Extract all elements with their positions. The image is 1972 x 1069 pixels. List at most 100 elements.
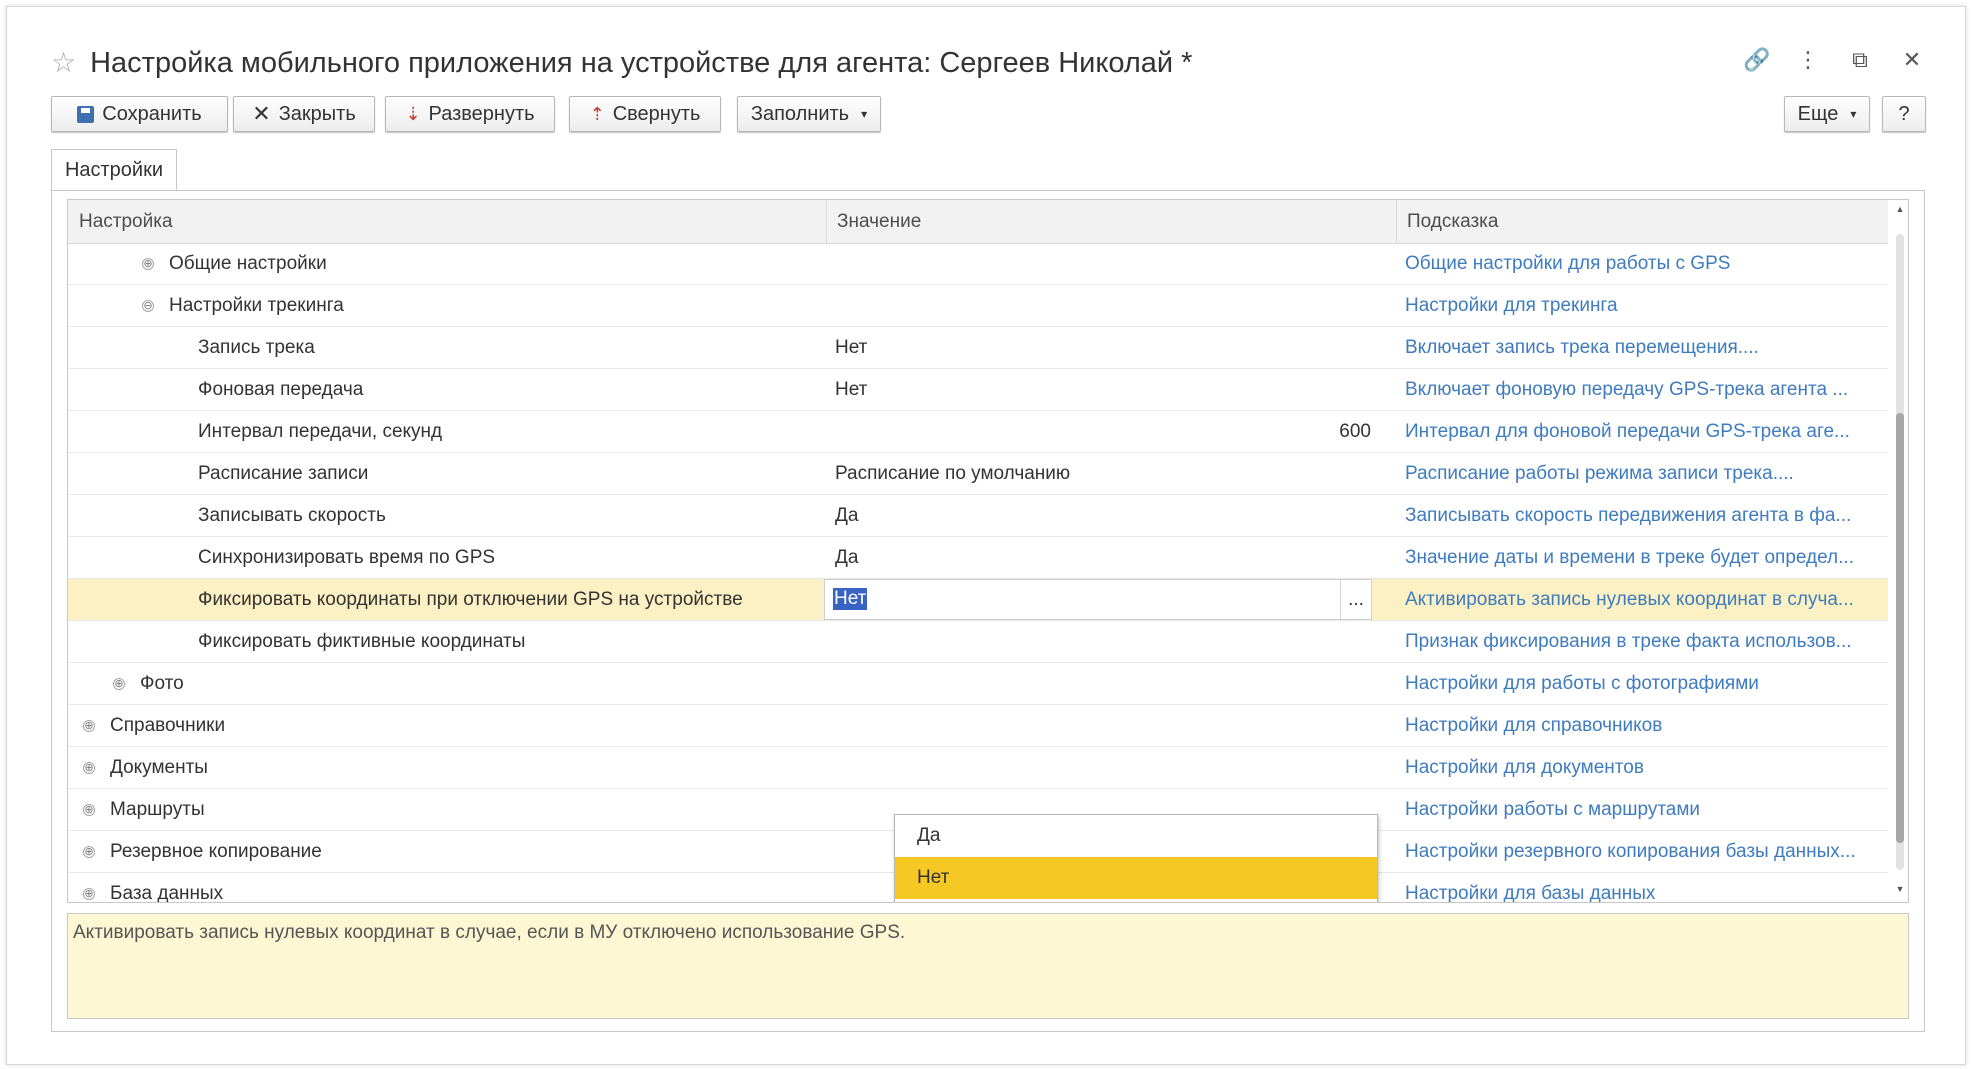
expand-icon[interactable]: ⊕ — [142, 257, 154, 270]
more-actions-icon[interactable]: ⋮ — [1795, 47, 1821, 73]
dropdown-option-no[interactable]: Нет — [895, 857, 1377, 899]
value-dropdown-list: Да Нет — [894, 814, 1378, 902]
help-label: ? — [1898, 102, 1910, 125]
row-name: Запись трека — [198, 336, 315, 358]
expand-label: Развернуть — [428, 102, 535, 125]
row-hint: Настройки резервного копирования базы да… — [1405, 840, 1856, 862]
close-x-icon: ✕ — [252, 101, 271, 126]
value-editor[interactable]: Нет ... — [824, 579, 1372, 620]
tree-row-background-transfer[interactable]: Фоновая передача Нет Включает фоновую пе… — [68, 369, 1888, 411]
collapse-button[interactable]: ⇡ Свернуть — [569, 96, 721, 132]
help-button[interactable]: ? — [1882, 96, 1926, 132]
settings-panel: Настройка Значение Подсказка ⊕ Общие нас… — [51, 190, 1925, 1032]
row-value[interactable]: Нет — [826, 369, 1375, 410]
grid-header: Настройка Значение Подсказка — [68, 200, 1888, 244]
save-label: Сохранить — [102, 102, 202, 125]
tree-row-fix-coordinates-gps-off[interactable]: Фиксировать координаты при отключении GP… — [68, 579, 1888, 621]
value-editor-text[interactable]: Нет — [833, 588, 868, 610]
vertical-scrollbar[interactable]: ▲ ▼ — [1892, 200, 1908, 902]
row-name: Маршруты — [110, 798, 205, 820]
tree-row-documents[interactable]: ⊕ Документы Настройки для документов — [68, 747, 1888, 789]
tree-row-sync-time-gps[interactable]: Синхронизировать время по GPS Да Значени… — [68, 537, 1888, 579]
hint-panel-text: Активировать запись нулевых координат в … — [73, 922, 906, 943]
row-hint: Настройки работы с маршрутами — [1405, 798, 1701, 820]
expand-icon[interactable]: ⊕ — [83, 887, 95, 900]
row-hint: Настройки для документов — [1405, 756, 1644, 778]
link-icon[interactable]: 🔗 — [1743, 47, 1770, 73]
tree-row-track-recording[interactable]: Запись трека Нет Включает запись трека п… — [68, 327, 1888, 369]
settings-window: ☆ Настройка мобильного приложения на уст… — [6, 6, 1966, 1065]
favorite-star-icon[interactable]: ☆ — [51, 49, 76, 77]
scroll-down-arrow-icon[interactable]: ▼ — [1892, 884, 1908, 898]
row-hint: Интервал для фоновой передачи GPS-трека … — [1405, 420, 1850, 442]
floppy-disk-icon — [77, 105, 95, 123]
column-header-value[interactable]: Значение — [826, 200, 1386, 243]
row-name: Фоновая передача — [198, 378, 364, 400]
row-name: Фото — [140, 672, 184, 694]
row-name: Интервал передачи, секунд — [198, 420, 443, 442]
chevron-down-icon: ▾ — [861, 107, 868, 121]
chevron-down-icon: ▾ — [1850, 107, 1857, 121]
row-hint: Активировать запись нулевых координат в … — [1405, 588, 1854, 610]
expand-icon[interactable]: ⊕ — [83, 845, 95, 858]
row-hint: Общие настройки для работы с GPS — [1405, 252, 1731, 274]
column-header-setting[interactable]: Настройка — [68, 200, 826, 243]
row-name: Резервное копирование — [110, 840, 322, 862]
scroll-up-arrow-icon[interactable]: ▲ — [1892, 204, 1908, 218]
row-hint: Расписание работы режима записи трека...… — [1405, 462, 1794, 484]
tree-row-fix-fake-coordinates[interactable]: Фиксировать фиктивные координаты Признак… — [68, 621, 1888, 663]
row-name: Расписание записи — [198, 462, 369, 484]
row-hint: Настройки для трекинга — [1405, 294, 1618, 316]
expand-button[interactable]: ⇣ Развернуть — [385, 96, 555, 132]
collapse-icon[interactable]: ⊖ — [142, 299, 154, 312]
expand-icon[interactable]: ⊕ — [83, 761, 95, 774]
toolbar: Сохранить ✕ Закрыть ⇣ Развернуть ⇡ Сверн… — [51, 96, 1926, 134]
row-name: Записывать скорость — [198, 504, 386, 526]
row-name: База данных — [110, 882, 224, 903]
tree-row-photo[interactable]: ⊕ Фото Настройки для работы с фотография… — [68, 663, 1888, 705]
dropdown-option-yes[interactable]: Да — [895, 815, 1377, 857]
row-value[interactable]: Да — [826, 495, 1375, 536]
expand-icon[interactable]: ⊕ — [83, 719, 95, 732]
row-name: Синхронизировать время по GPS — [198, 546, 496, 568]
select-ellipsis-button[interactable]: ... — [1340, 580, 1371, 619]
close-label: Закрыть — [278, 102, 356, 125]
tree-row-record-speed[interactable]: Записывать скорость Да Записывать скорос… — [68, 495, 1888, 537]
row-hint: Признак фиксирования в треке факта испол… — [1405, 630, 1852, 652]
close-window-icon[interactable]: ✕ — [1899, 47, 1925, 73]
restore-window-icon[interactable]: ⧉ — [1847, 47, 1873, 73]
expand-tree-icon: ⇣ — [405, 104, 421, 124]
row-name: Фиксировать фиктивные координаты — [198, 630, 526, 652]
close-button[interactable]: ✕ Закрыть — [233, 96, 375, 132]
row-hint: Включает запись трека перемещения.... — [1405, 336, 1759, 358]
expand-icon[interactable]: ⊕ — [83, 803, 95, 816]
tree-row-recording-schedule[interactable]: Расписание записи Расписание по умолчани… — [68, 453, 1888, 495]
scrollbar-thumb[interactable] — [1896, 413, 1904, 843]
tree-row-general-settings[interactable]: ⊕ Общие настройки Общие настройки для ра… — [68, 243, 1888, 285]
row-hint: Настройки для базы данных — [1405, 882, 1656, 903]
row-hint: Настройки для справочников — [1405, 714, 1663, 736]
collapse-tree-icon: ⇡ — [589, 104, 605, 124]
tree-row-tracking-settings[interactable]: ⊖ Настройки трекинга Настройки для треки… — [68, 285, 1888, 327]
fill-dropdown-button[interactable]: Заполнить ▾ — [737, 96, 881, 132]
row-name: Документы — [110, 756, 208, 778]
save-button[interactable]: Сохранить — [51, 96, 228, 132]
row-value[interactable]: Да — [826, 537, 1375, 578]
fill-label: Заполнить — [750, 102, 850, 125]
more-dropdown-button[interactable]: Еще ▾ — [1784, 96, 1870, 132]
tree-row-transfer-interval[interactable]: Интервал передачи, секунд 600 Интервал д… — [68, 411, 1888, 453]
row-value[interactable]: Нет — [826, 327, 1375, 368]
row-name: Общие настройки — [169, 252, 327, 274]
expand-icon[interactable]: ⊕ — [113, 677, 125, 690]
window-title: Настройка мобильного приложения на устро… — [90, 46, 1193, 79]
row-value[interactable]: Расписание по умолчанию — [826, 453, 1375, 494]
more-label: Еще — [1797, 102, 1839, 125]
tab-settings[interactable]: Настройки — [51, 149, 177, 191]
row-hint: Настройки для работы с фотографиями — [1405, 672, 1759, 694]
row-name: Настройки трекинга — [169, 294, 344, 316]
row-value[interactable]: 600 — [826, 411, 1371, 452]
column-header-hint[interactable]: Подсказка — [1396, 200, 1886, 243]
tab-settings-label: Настройки — [64, 159, 164, 181]
tree-row-catalogs[interactable]: ⊕ Справочники Настройки для справочников — [68, 705, 1888, 747]
settings-grid: Настройка Значение Подсказка ⊕ Общие нас… — [67, 199, 1909, 903]
